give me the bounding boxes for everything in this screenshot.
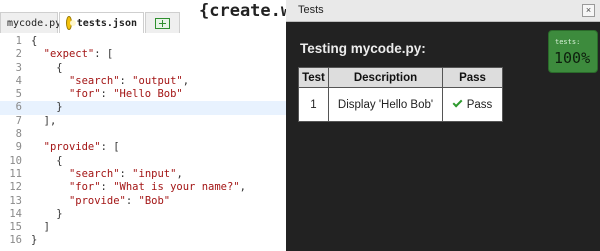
close-button[interactable]: × [582, 4, 595, 17]
test-pass-status: Pass [442, 87, 503, 122]
tests-panel: Tests × Testing mycode.py: tests: 100% T… [286, 0, 600, 251]
code-line[interactable]: 13 "provide": "Bob" [0, 195, 286, 208]
results-table: Test Description Pass 1 Display 'Hello B… [298, 67, 503, 122]
score-badge: tests: 100% [548, 30, 598, 73]
table-header-row: Test Description Pass [298, 67, 503, 88]
line-number: 8 [15, 128, 22, 141]
add-tab-button[interactable] [145, 12, 180, 33]
line-number: 7 [15, 114, 22, 127]
pass-label: Pass [466, 98, 493, 111]
line-number: 10 [9, 154, 22, 167]
line-number: 14 [9, 207, 22, 220]
code-text: { [31, 154, 63, 167]
score-label: tests: [555, 38, 581, 46]
code-line[interactable]: 15 ] [0, 221, 286, 234]
line-number: 15 [9, 221, 22, 234]
code-line[interactable]: 16} [0, 234, 286, 247]
code-text: { [31, 61, 63, 74]
testing-label: Testing mycode.py: [300, 41, 426, 56]
column-header-pass: Pass [442, 67, 503, 88]
code-text: { [31, 35, 38, 47]
code-text: "search": "output", [68, 74, 190, 87]
tab-label: mycode.py [7, 17, 62, 29]
code-area[interactable]: 1{2 "expect": [3 {4 "search": "output", 5… [0, 35, 286, 248]
panel-title: Tests [298, 4, 324, 16]
code-text: ] [31, 221, 50, 234]
code-line[interactable]: 6 } [0, 101, 286, 115]
check-icon [452, 97, 463, 107]
code-line[interactable]: 11 "search": "input", [0, 168, 286, 181]
code-text: ], [31, 114, 57, 127]
column-header-description: Description [328, 67, 443, 88]
code-line[interactable]: 5 "for": "Hello Bob" [0, 88, 286, 101]
code-text: "provide": [ [43, 141, 120, 154]
code-line[interactable]: 12 "for": "What is your name?", [0, 181, 286, 194]
code-line[interactable]: 3 { [0, 62, 286, 75]
line-number: 2 [15, 48, 22, 61]
add-file-icon [155, 17, 170, 29]
line-number: 12 [9, 181, 22, 194]
code-line[interactable]: 14 } [0, 208, 286, 221]
code-line[interactable]: 9 "provide": [ [0, 141, 286, 154]
code-line[interactable]: 1{ [0, 35, 286, 48]
code-line[interactable]: 8 [0, 128, 286, 141]
code-text: } [31, 234, 38, 247]
code-text: } [31, 101, 63, 114]
code-text: } [31, 207, 63, 220]
line-number: 1 [15, 35, 22, 47]
tab-mycode-py[interactable]: mycode.py [0, 12, 62, 33]
code-text: "expect": [ [43, 48, 114, 61]
line-number: 9 [15, 141, 22, 154]
gear-icon [66, 16, 76, 30]
code-line[interactable]: 7 ], [0, 115, 286, 128]
line-number: 4 [15, 74, 22, 87]
code-text: "for": "What is your name?", [68, 181, 246, 194]
code-line[interactable]: 2 "expect": [ [0, 48, 286, 61]
line-number: 6 [15, 101, 22, 114]
line-number: 11 [9, 167, 22, 180]
code-line[interactable]: 10 { [0, 155, 286, 168]
page-title: {create.w [199, 1, 286, 21]
code-text: "search": "input", [68, 167, 183, 180]
tab-tests-json[interactable]: tests.json [59, 12, 144, 33]
code-text: "provide": "Bob" [68, 194, 171, 207]
line-number: 13 [9, 194, 22, 207]
line-number: 16 [9, 234, 22, 247]
table-row: 1 Display 'Hello Bob' Pass [298, 87, 503, 122]
code-line[interactable]: 4 "search": "output", [0, 75, 286, 88]
test-description: Display 'Hello Bob' [328, 87, 443, 122]
panel-header: Tests × [286, 0, 600, 22]
line-number: 5 [15, 88, 22, 101]
tab-label: tests.json [76, 17, 137, 29]
score-value: 100% [554, 49, 591, 67]
test-number: 1 [298, 87, 329, 122]
code-text: "for": "Hello Bob" [68, 88, 183, 101]
line-number: 3 [15, 61, 22, 74]
column-header-test: Test [298, 67, 329, 88]
code-editor: mycode.py tests.json {create.w 1{2 "expe… [0, 0, 286, 251]
